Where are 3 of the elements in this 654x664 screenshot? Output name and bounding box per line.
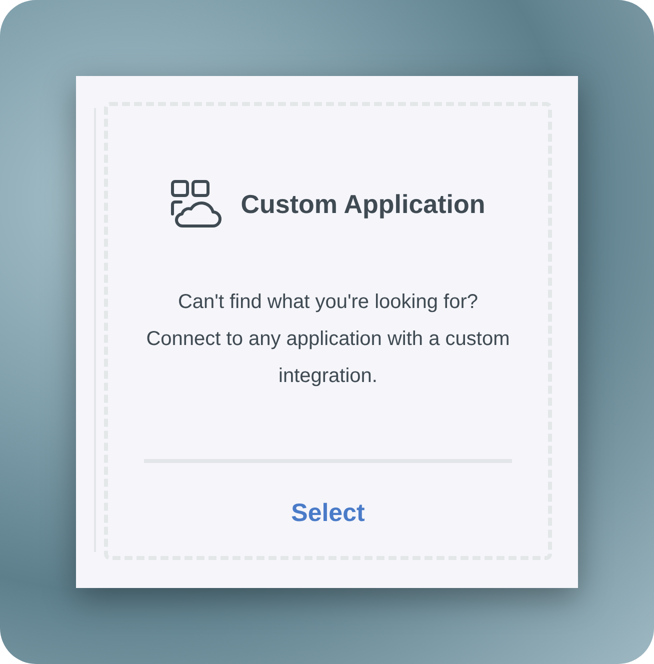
card-title: Custom Application xyxy=(240,188,486,220)
card-description: Can't find what you're looking for? Connect to any application with a custom integration. xyxy=(145,290,511,389)
select-button[interactable]: Select xyxy=(279,491,377,536)
